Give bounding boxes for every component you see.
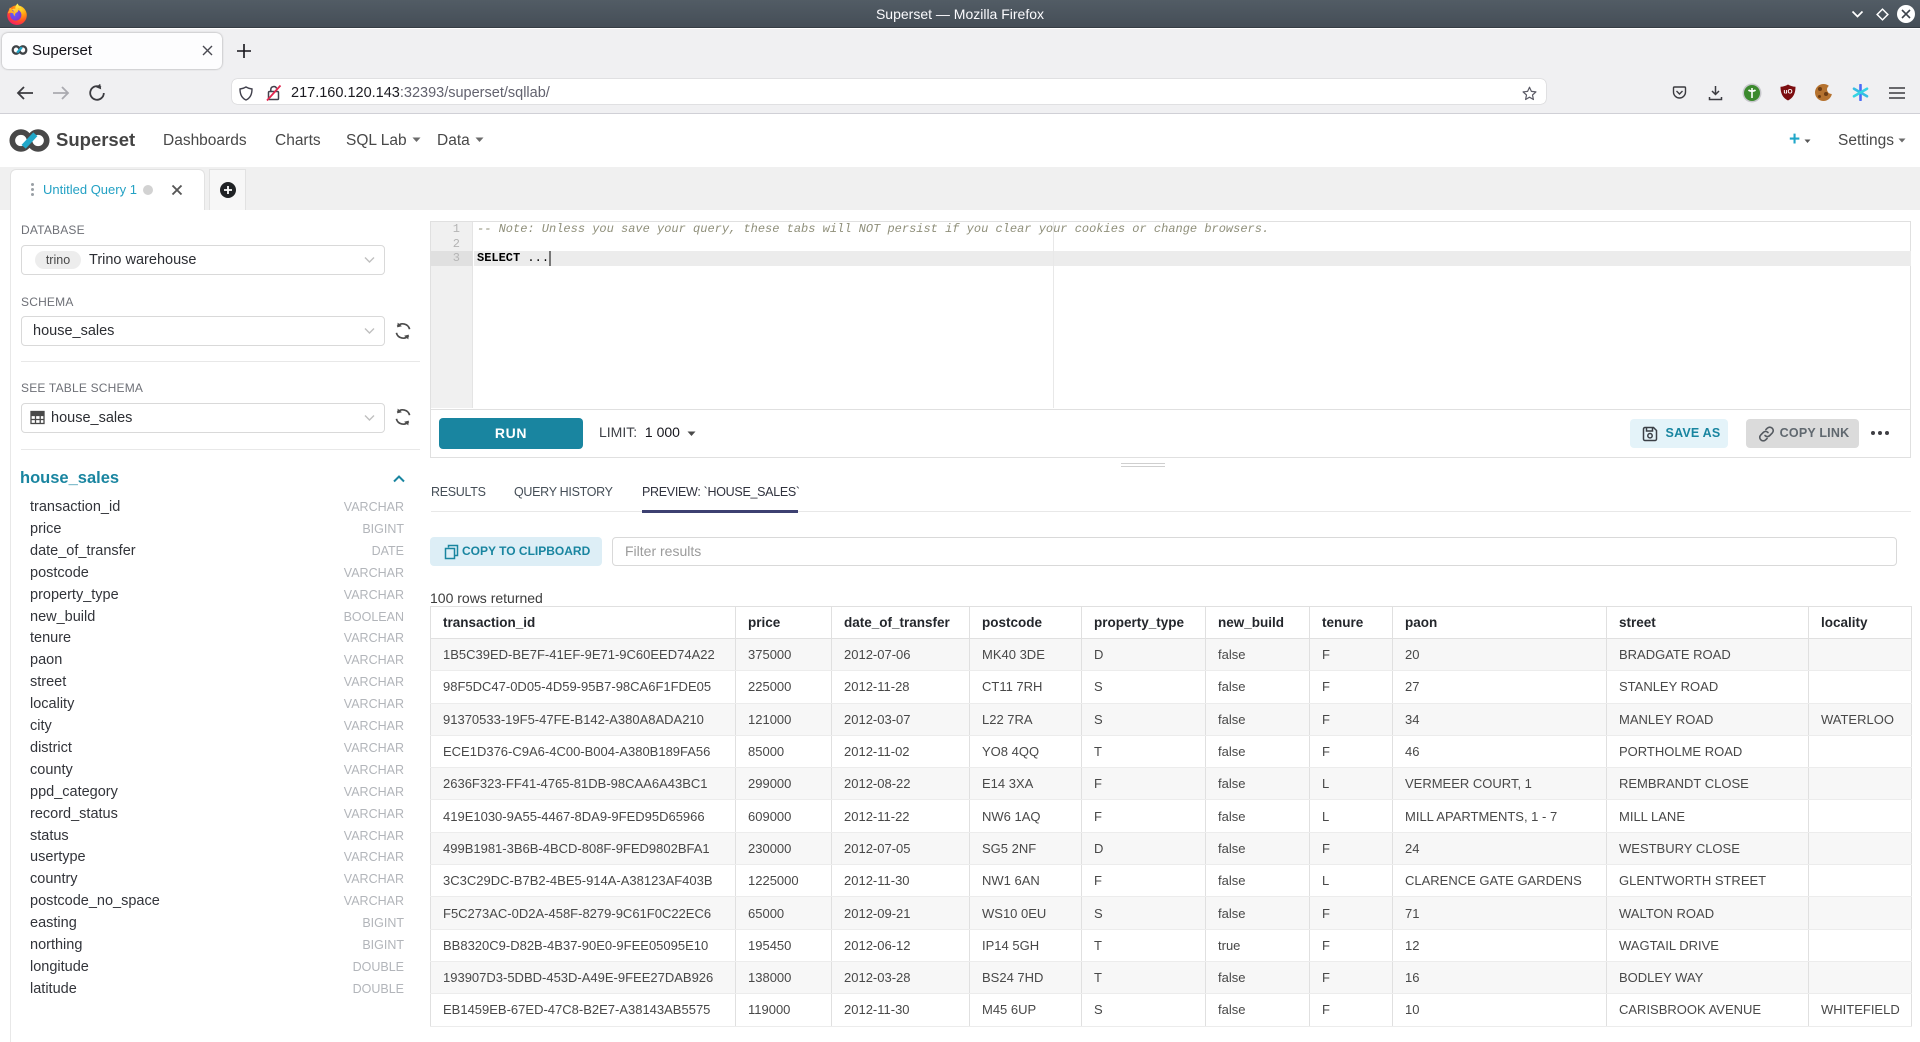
svg-text:uO: uO [1783,89,1792,96]
